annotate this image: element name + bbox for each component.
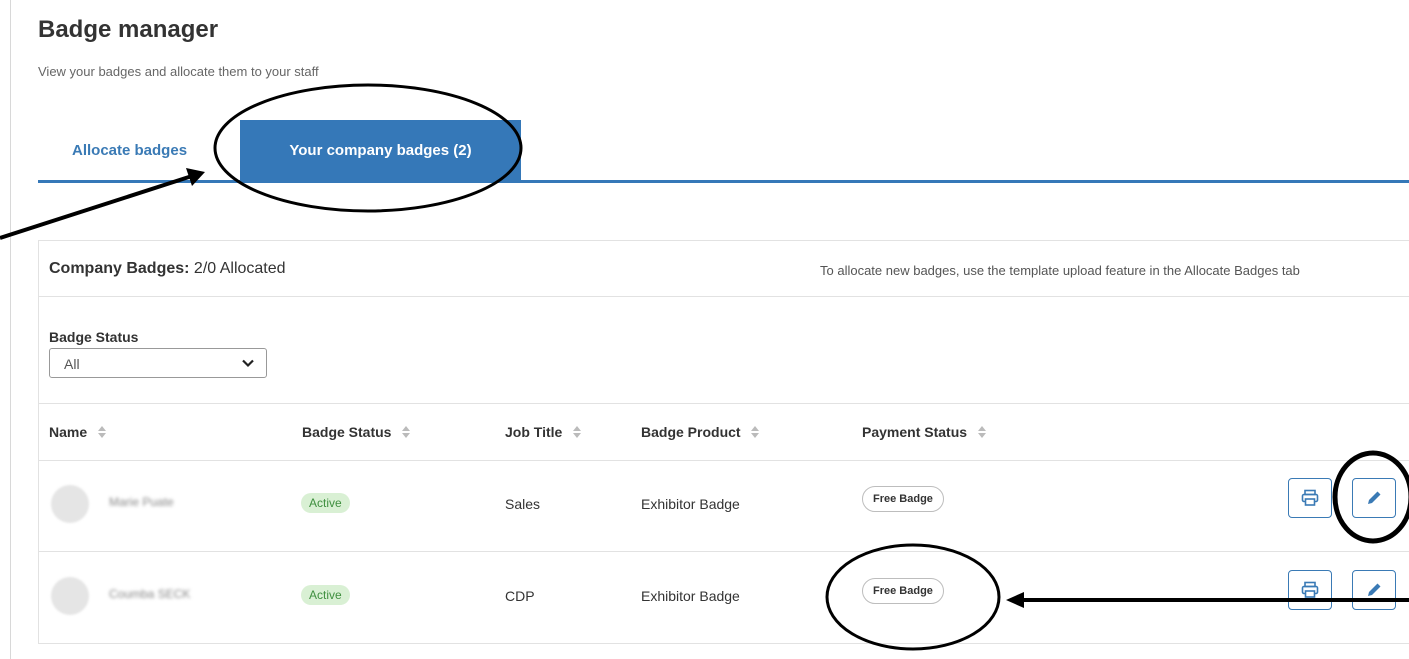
badge-status-filter-label: Badge Status xyxy=(49,329,139,345)
avatar xyxy=(51,577,89,615)
tab-allocate-badges[interactable]: Allocate badges xyxy=(72,142,187,159)
status-badge: Active xyxy=(301,585,350,605)
status-badge: Active xyxy=(301,493,350,513)
printer-icon xyxy=(1301,581,1319,598)
badge-status-select-value: All xyxy=(64,356,80,372)
staff-name: Marie Puate xyxy=(109,495,174,509)
tab-underline xyxy=(38,180,1409,183)
pencil-icon xyxy=(1368,491,1381,504)
annotation-arrow-line-left xyxy=(0,174,193,240)
staff-name: Coumba SECK xyxy=(109,587,191,601)
badge-status-select[interactable]: All xyxy=(49,348,267,378)
allocate-note: To allocate new badges, use the template… xyxy=(820,263,1300,278)
sort-icon xyxy=(977,426,986,438)
left-border xyxy=(10,0,11,659)
pencil-icon xyxy=(1368,583,1381,596)
summary-label: Company Badges: xyxy=(49,260,190,277)
column-label: Badge Product xyxy=(641,424,741,440)
annotation-arrowhead-left xyxy=(186,168,205,186)
sort-icon xyxy=(573,426,582,438)
column-label: Payment Status xyxy=(862,424,968,440)
printer-icon xyxy=(1301,489,1319,506)
table-row: Coumba SECK Active CDP Exhibitor Badge F… xyxy=(39,551,1409,643)
column-label: Name xyxy=(49,424,88,440)
avatar xyxy=(51,485,89,523)
job-title-cell: CDP xyxy=(505,588,535,604)
sort-icon xyxy=(751,426,760,438)
table-header: Name Badge Status Job Title Badge Produc… xyxy=(39,403,1409,461)
panel-header: Company Badges: 2/0 Allocated To allocat… xyxy=(39,241,1409,297)
sort-icon xyxy=(402,426,411,438)
column-header-payment-status[interactable]: Payment Status xyxy=(862,424,987,440)
sort-icon xyxy=(98,426,107,438)
company-badges-panel: Company Badges: 2/0 Allocated To allocat… xyxy=(38,240,1409,644)
column-header-badge-product[interactable]: Badge Product xyxy=(641,424,760,440)
edit-badge-button[interactable] xyxy=(1352,478,1396,518)
column-label: Badge Status xyxy=(302,424,392,440)
job-title-cell: Sales xyxy=(505,496,541,512)
company-badges-summary: Company Badges: 2/0 Allocated xyxy=(49,260,286,278)
print-badge-button[interactable] xyxy=(1288,478,1332,518)
column-header-job-title[interactable]: Job Title xyxy=(505,424,582,440)
badge-product-cell: Exhibitor Badge xyxy=(641,588,740,604)
page-title: Badge manager xyxy=(38,16,219,43)
summary-value: 2/0 Allocated xyxy=(193,260,286,277)
edit-badge-button[interactable] xyxy=(1352,570,1396,610)
table-row: Marie Puate Active Sales Exhibitor Badge… xyxy=(39,459,1409,552)
print-badge-button[interactable] xyxy=(1288,570,1332,610)
column-label: Job Title xyxy=(505,424,563,440)
payment-status-pill: Free Badge xyxy=(862,486,944,512)
payment-status-pill: Free Badge xyxy=(862,578,944,604)
column-header-badge-status[interactable]: Badge Status xyxy=(302,424,411,440)
badge-product-cell: Exhibitor Badge xyxy=(641,496,740,512)
column-header-name[interactable]: Name xyxy=(49,424,107,440)
chevron-down-icon xyxy=(242,359,254,368)
page-subtitle: View your badges and allocate them to yo… xyxy=(38,64,319,79)
tab-your-company-badges[interactable]: Your company badges (2) xyxy=(240,120,521,181)
